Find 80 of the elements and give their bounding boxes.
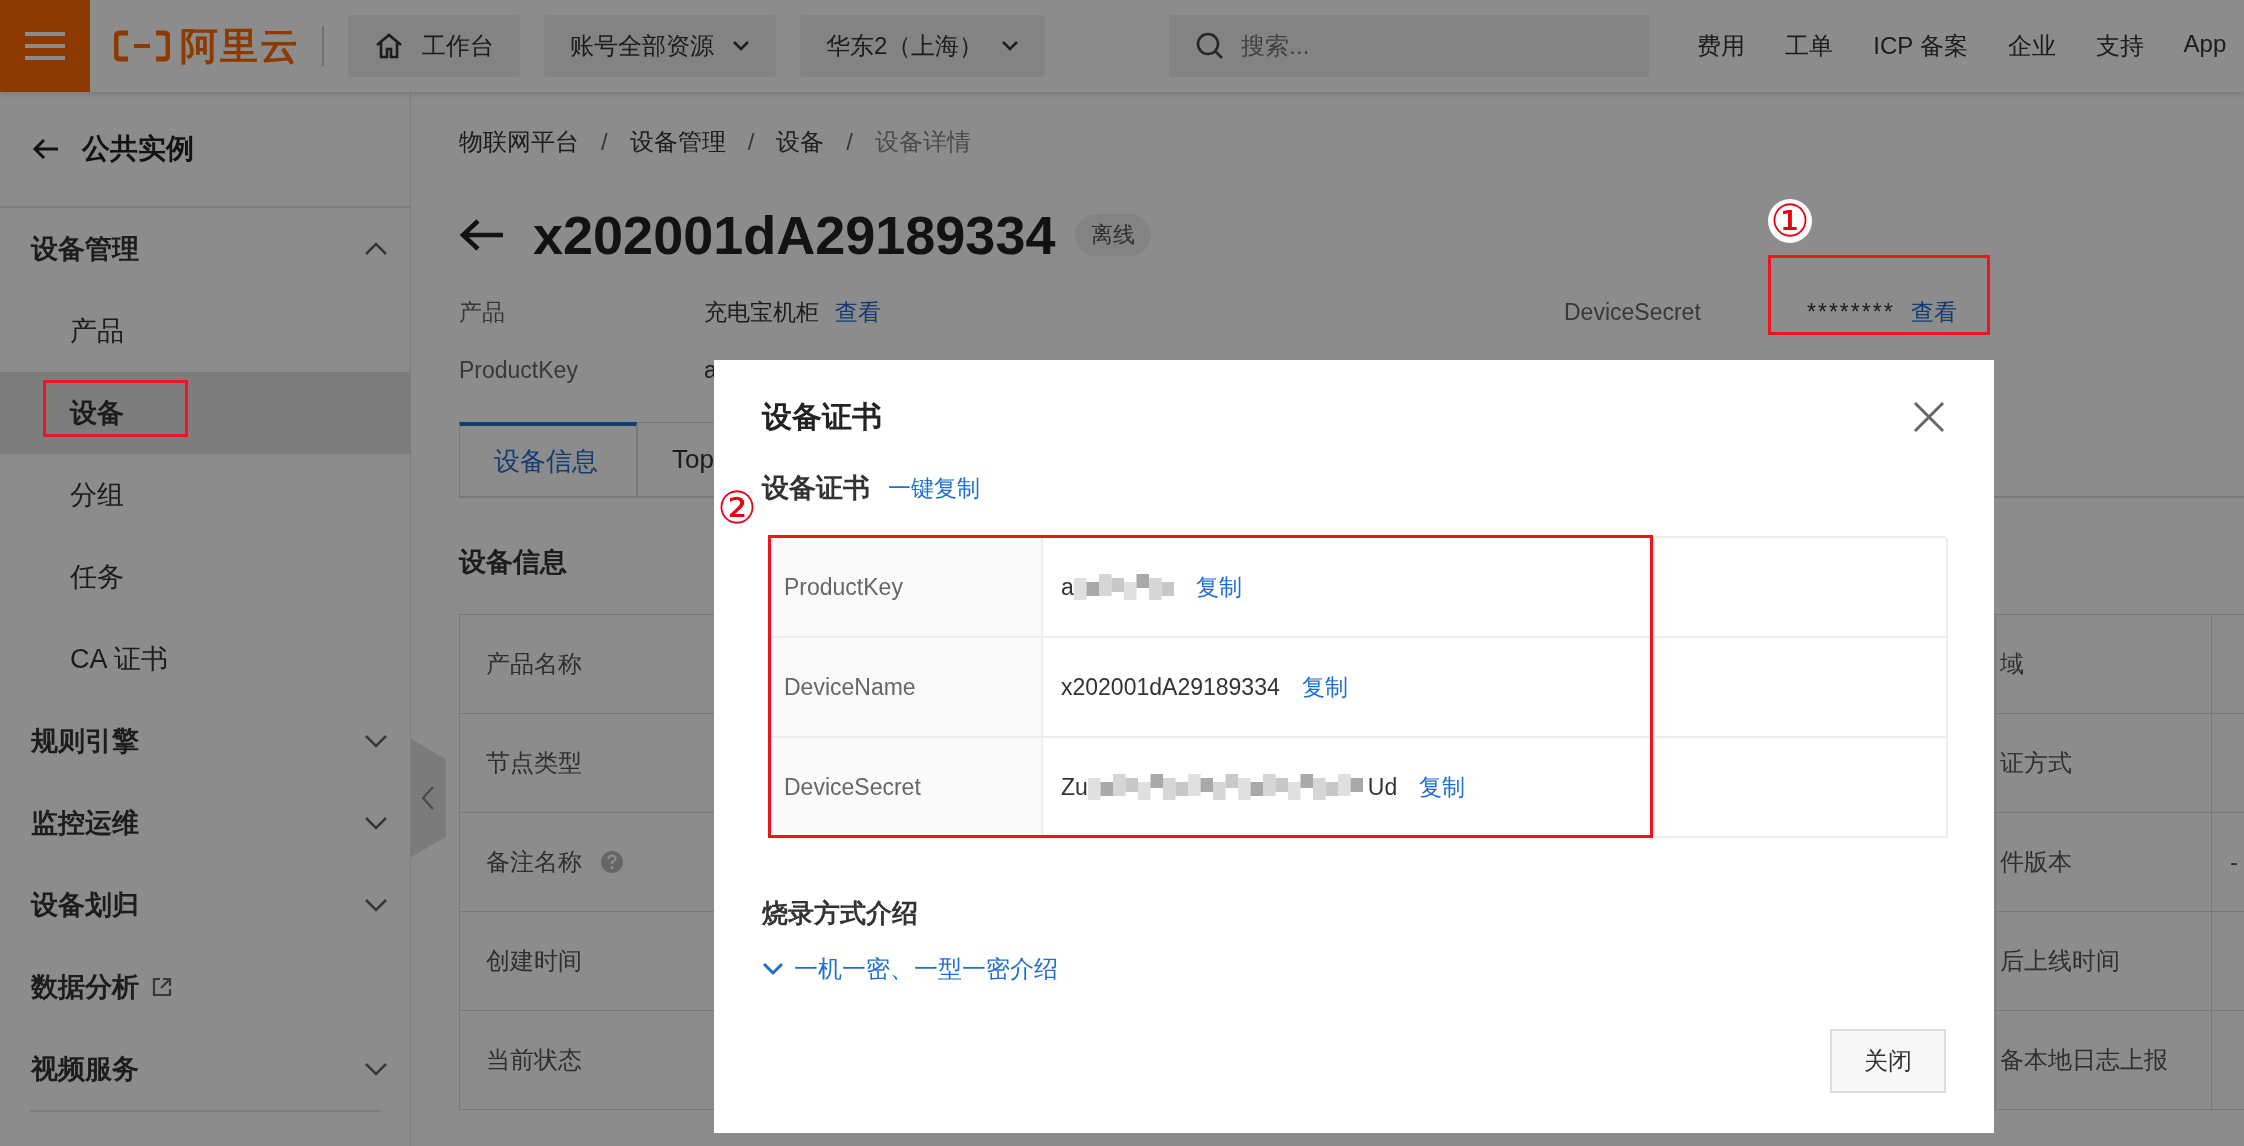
- chevron-down-icon: [364, 1062, 388, 1076]
- menu-item[interactable]: 产品: [0, 290, 410, 372]
- table-cell-text: 件版本: [2000, 847, 2072, 877]
- dropdown-button[interactable]: 华东2（上海）: [800, 15, 1046, 77]
- menu-item[interactable]: CA 证书: [0, 618, 410, 700]
- section-title: 烧录方式介绍: [762, 897, 919, 930]
- brand-name: 阿里云: [180, 23, 300, 69]
- external-menu-item[interactable]: 数据分析: [0, 946, 410, 1028]
- tab[interactable]: 设备信息: [459, 422, 637, 496]
- workbench-button[interactable]: 工作台: [348, 15, 520, 77]
- breadcrumb-link[interactable]: 设备详情: [875, 126, 971, 158]
- field-label: DeviceName: [784, 673, 916, 701]
- menu-item[interactable]: 任务: [0, 536, 410, 618]
- table-cell-text: 后上线时间: [2000, 946, 2120, 976]
- nav-link[interactable]: 工单: [1785, 30, 1834, 62]
- breadcrumb-link[interactable]: 设备管理: [629, 126, 726, 158]
- info-value: 充电宝机柜: [704, 297, 819, 327]
- dialog-title: 设备证书: [762, 398, 882, 435]
- info-label: ProductKey: [459, 356, 579, 384]
- menu-group[interactable]: 设备划归: [0, 864, 410, 946]
- nav-link[interactable]: 费用: [1697, 30, 1746, 62]
- chevron-left-icon: [421, 785, 435, 811]
- menu-item[interactable]: 分组: [0, 454, 410, 536]
- section-title: 设备信息: [459, 546, 567, 579]
- close-button[interactable]: 关闭: [1830, 1029, 1946, 1093]
- close-icon[interactable]: [1912, 400, 1946, 434]
- chevron-down-icon: [762, 962, 784, 976]
- copy-link[interactable]: 复制: [1419, 771, 1466, 803]
- info-value: ********: [1807, 298, 1895, 326]
- nav-link[interactable]: App: [2183, 30, 2227, 62]
- home-icon: [374, 32, 404, 60]
- chevron-down-icon: [364, 898, 388, 912]
- info-label: 产品: [459, 297, 506, 327]
- breadcrumb-link[interactable]: 物联网平台: [459, 126, 579, 158]
- search-field[interactable]: 搜索...: [1169, 15, 1650, 77]
- chevron-down-icon: [364, 816, 388, 830]
- menu-item[interactable]: 设备: [0, 372, 410, 454]
- view-link[interactable]: 查看: [1910, 296, 1957, 328]
- table-cell-text: 域: [2000, 649, 2024, 679]
- info-label: DeviceSecret: [1564, 298, 1702, 327]
- breadcrumb-separator: /: [747, 128, 755, 156]
- menu-group[interactable]: 规则引擎: [0, 700, 410, 782]
- field-value: Zu: [1061, 773, 1088, 801]
- annotation-number: ①: [1768, 199, 1812, 243]
- nav-link[interactable]: ICP 备案: [1873, 30, 1968, 62]
- menu-group[interactable]: 设备管理: [0, 208, 410, 290]
- back-arrow-icon[interactable]: [459, 217, 505, 253]
- table-cell-text: 备本地日志上报: [2000, 1045, 2168, 1075]
- dropdown-button[interactable]: 账号全部资源: [544, 15, 776, 77]
- view-link[interactable]: 查看: [835, 296, 881, 328]
- copy-link[interactable]: 复制: [1301, 671, 1348, 703]
- status-badge: 离线: [1075, 214, 1152, 256]
- breadcrumb-separator: /: [846, 128, 853, 156]
- breadcrumb-link[interactable]: 设备: [776, 126, 825, 158]
- chevron-down-icon: [364, 734, 388, 748]
- field-label: ProductKey: [784, 573, 903, 601]
- menu-group[interactable]: 视频服务: [0, 1028, 410, 1110]
- nav-link[interactable]: 支持: [2095, 30, 2144, 62]
- chevron-down-icon: [1001, 40, 1020, 52]
- back-link[interactable]: 公共实例: [0, 92, 410, 206]
- table-cell: -: [2230, 848, 2238, 876]
- external-link-icon: [151, 976, 173, 998]
- field-label: DeviceSecret: [784, 773, 921, 801]
- expand-link[interactable]: 一机一密、一型一密介绍: [762, 953, 1058, 985]
- field-value: x202001dA29189334: [1061, 673, 1280, 701]
- dialog-subtitle: 设备证书: [762, 472, 870, 505]
- breadcrumb-separator: /: [601, 128, 608, 156]
- copy-all-link[interactable]: 一键复制: [888, 472, 980, 504]
- table-cell-text: 证方式: [2000, 748, 2072, 778]
- copy-link[interactable]: 复制: [1195, 571, 1242, 603]
- chevron-up-icon: [364, 242, 388, 256]
- field-value: a: [1061, 573, 1074, 601]
- logo-icon: [114, 30, 170, 62]
- nav-link[interactable]: 企业: [2007, 30, 2056, 62]
- chevron-down-icon: [732, 40, 750, 52]
- menu-icon: [25, 31, 65, 61]
- menu-group[interactable]: 监控运维: [0, 782, 410, 864]
- field-value: Ud: [1367, 773, 1398, 801]
- device-title: x202001dA29189334: [533, 204, 1056, 266]
- back-arrow-icon: [32, 137, 60, 161]
